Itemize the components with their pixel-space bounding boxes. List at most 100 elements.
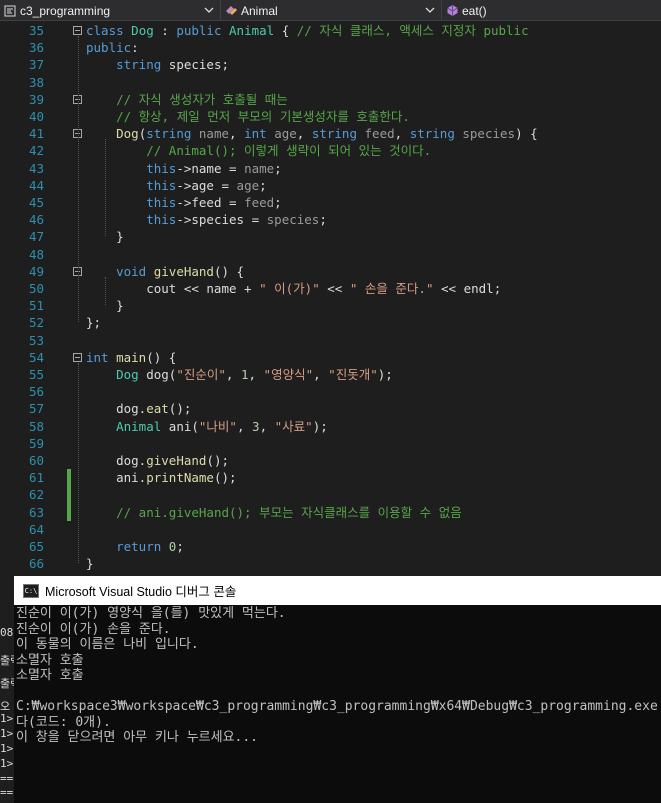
code-line[interactable]: 66} <box>0 555 661 572</box>
line-number: 53 <box>28 332 44 348</box>
console-line: 진순이 이(가) 손을 준다. <box>16 621 171 637</box>
line-number: 40 <box>28 109 44 124</box>
code-editor[interactable]: 35 class Dog : public Animal { // 자식 클래스,… <box>0 21 661 576</box>
line-number: 39 <box>28 91 44 107</box>
code-line[interactable]: 50 cout << name + " 이(가)" << " 손을 준다." <… <box>0 280 661 297</box>
change-indicator <box>67 469 71 487</box>
line-number: 48 <box>28 246 44 262</box>
console-line: C:₩workspace3₩workspace₩c3_programming₩c… <box>16 699 658 714</box>
line-number: 41 <box>28 126 44 142</box>
code-line[interactable]: 41 Dog(string name, int age, string feed… <box>0 125 661 142</box>
outline-guide <box>105 276 106 306</box>
code-line[interactable]: 57 dog.eat(); <box>0 400 661 417</box>
console-line: 소멸자 호출 <box>16 652 84 668</box>
code-line[interactable]: 45 this->feed = feed; <box>0 194 661 211</box>
line-number: 63 <box>28 504 44 520</box>
line-number: 64 <box>28 521 44 537</box>
code-line[interactable]: 44 this->age = age; <box>0 177 661 194</box>
project-icon <box>3 4 17 18</box>
line-number: 52 <box>28 315 44 331</box>
output-fragment: 08 <box>0 626 14 639</box>
chevron-down-icon <box>204 7 214 13</box>
console-title-bar[interactable]: C:\ Microsoft Visual Studio 디버그 콘솔 <box>14 576 661 605</box>
code-text: Animal ani("나비", 3, "사료"); <box>116 418 328 434</box>
code-text: // 자식 생성자가 호출될 때는 <box>116 91 288 107</box>
code-line[interactable]: 42 // Animal(); 이렇게 생략이 되어 있는 것이다. <box>0 142 661 159</box>
console-line: 진순이 이(가) 영양식 을(를) 맛있게 먹는다. <box>16 606 286 621</box>
navigation-bar: c3_programming Animal eat() <box>0 0 661 21</box>
output-fragment: 1> <box>0 727 14 740</box>
code-line[interactable]: 53 <box>0 332 661 349</box>
console-title: Microsoft Visual Studio 디버그 콘솔 <box>45 585 237 599</box>
console-line: 소멸자 호출 <box>16 668 84 683</box>
class-dropdown[interactable]: Animal <box>221 0 442 21</box>
code-line[interactable]: 37 string species; <box>0 56 661 73</box>
line-number: 42 <box>28 143 44 159</box>
change-indicator <box>67 486 71 504</box>
code-text: public: <box>86 40 139 56</box>
member-dropdown[interactable]: eat() <box>442 0 661 21</box>
member-dropdown-label: eat() <box>462 3 487 18</box>
code-line[interactable]: 43 this->name = name; <box>0 160 661 177</box>
code-line[interactable]: 39 // 자식 생성자가 호출될 때는 <box>0 91 661 108</box>
code-line[interactable]: 35 class Dog : public Animal { // 자식 클래스,… <box>0 22 661 39</box>
code-text: this->species = species; <box>146 212 327 228</box>
code-text: Dog(string name, int age, string feed, s… <box>116 126 538 142</box>
line-number: 35 <box>28 23 44 38</box>
line-number: 47 <box>28 229 44 245</box>
code-line[interactable]: 59 <box>0 435 661 452</box>
fold-collapse-icon[interactable] <box>73 26 82 35</box>
change-indicator <box>67 503 71 521</box>
code-line[interactable]: 54 int main() { <box>0 349 661 366</box>
class-dropdown-label: Animal <box>241 3 278 18</box>
code-line[interactable]: 63 // ani.giveHand(); 부모는 자식클래스를 이용할 수 없… <box>0 503 661 521</box>
code-line[interactable]: 49 void giveHand() { <box>0 263 661 280</box>
line-number: 38 <box>28 74 44 90</box>
code-line[interactable]: 65 return 0; <box>0 538 661 555</box>
code-text: void giveHand() { <box>116 263 245 279</box>
line-number: 60 <box>28 453 44 468</box>
code-line[interactable]: 36 public: <box>0 39 661 56</box>
line-number: 66 <box>28 556 44 572</box>
line-number: 45 <box>28 195 44 210</box>
code-line[interactable]: 38 <box>0 74 661 91</box>
output-fragment: == <box>0 772 14 785</box>
line-number: 46 <box>28 212 44 228</box>
project-dropdown[interactable]: c3_programming <box>0 0 221 21</box>
code-text: dog.giveHand(); <box>86 453 230 468</box>
code-line[interactable]: 47 } <box>0 228 661 245</box>
console-line: 이 동물의 이름은 나비 입니다. <box>16 637 199 652</box>
line-number: 62 <box>28 487 44 503</box>
code-text: ani.printName(); <box>86 470 237 486</box>
code-line[interactable]: 46 this->species = species; <box>0 211 661 228</box>
code-text: // ani.giveHand(); 부모는 자식클래스를 이용할 수 없음 <box>116 504 462 520</box>
console-line: 다(코드: 0개). <box>16 714 111 730</box>
code-text: int main() { <box>86 349 177 365</box>
debug-console-window[interactable]: C:\ Microsoft Visual Studio 디버그 콘솔 진순이 이… <box>14 576 661 803</box>
code-line[interactable]: 62 <box>0 486 661 504</box>
output-panel-edge: 08출력출력오1>1>1>1>==== <box>0 576 14 803</box>
output-fragment: 출력 <box>0 677 14 690</box>
class-icon <box>224 4 238 18</box>
code-line[interactable]: 51 } <box>0 297 661 314</box>
output-fragment: 출력 <box>0 654 14 667</box>
code-line[interactable]: 58 Animal ani("나비", 3, "사료"); <box>0 418 661 435</box>
code-line[interactable]: 60 dog.giveHand(); <box>0 452 661 469</box>
console-line: 이 창을 닫으려면 아무 키나 누르세요... <box>16 730 259 745</box>
code-line[interactable]: 40 // 항상, 제일 먼저 부모의 기본생성자를 호출한다. <box>0 108 661 125</box>
fold-collapse-icon[interactable] <box>73 352 82 362</box>
code-line[interactable]: 61 ani.printName(); <box>0 469 661 487</box>
line-number: 56 <box>28 384 44 400</box>
code-line[interactable]: 52}; <box>0 314 661 331</box>
line-number: 36 <box>28 40 44 56</box>
line-number: 58 <box>28 418 44 434</box>
code-line[interactable]: 56 <box>0 383 661 400</box>
code-text: this->name = name; <box>146 160 282 176</box>
code-line[interactable]: 55 Dog dog("진순이", 1, "영양식", "진돗개"); <box>0 366 661 383</box>
code-text: cout << name + " 이(가)" << " 손을 준다." << e… <box>86 281 502 296</box>
code-text: dog.eat(); <box>86 401 192 417</box>
code-line[interactable]: 64 <box>0 521 661 538</box>
line-number: 65 <box>28 539 44 554</box>
line-number: 50 <box>28 281 44 296</box>
code-line[interactable]: 48 <box>0 246 661 263</box>
